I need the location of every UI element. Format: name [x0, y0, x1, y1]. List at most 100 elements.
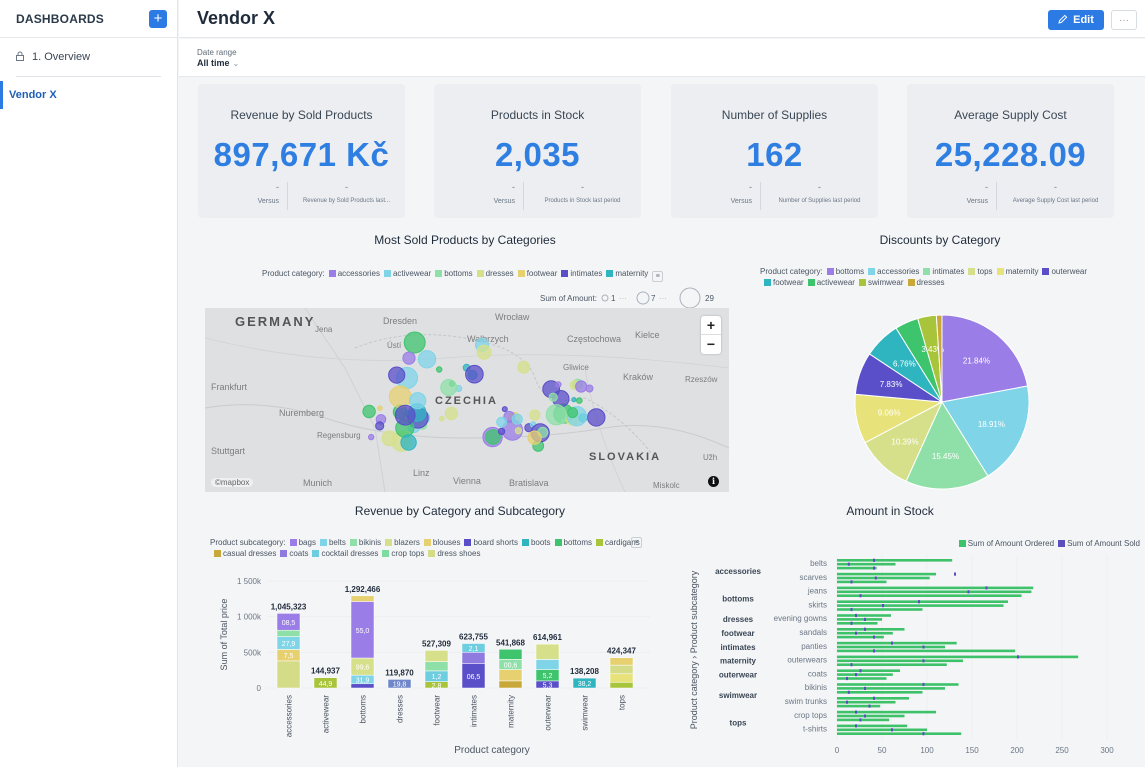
kpi-title: Revenue by Sold Products [230, 108, 373, 122]
map-place-label: SLOVAKIA [589, 451, 661, 463]
map-bubble [555, 381, 562, 388]
legend-item-label: blouses [432, 538, 461, 547]
legend-list-icon[interactable]: ≡ [631, 537, 642, 548]
legend-item-label: crop tops [391, 549, 425, 558]
zoom-in-button[interactable]: + [701, 316, 721, 335]
bar-total-label: 138,208 [570, 667, 599, 676]
legend-swatch [1058, 540, 1066, 547]
kpi-versus-value: - [985, 182, 988, 192]
map-bubble [529, 409, 541, 421]
bar-segment-label: 2,1 [469, 646, 479, 653]
bar-segment [350, 595, 375, 602]
map-place-label: Frankfurt [211, 382, 248, 392]
legend-item-label: board shorts [473, 538, 518, 547]
legend-swatch [383, 270, 391, 277]
legend-swatch [521, 539, 529, 546]
y-axis-label: Product category › Product subcategory [689, 570, 699, 729]
map-bubble [587, 408, 606, 427]
stock-sold-mark [922, 645, 925, 649]
zoom-out-button[interactable]: − [701, 335, 721, 354]
add-dashboard-button[interactable]: + [149, 9, 167, 28]
stock-ordered-bar [837, 614, 891, 617]
kpi-number-of-supplies[interactable]: Number of Supplies 162 - Versus - Number o… [671, 84, 878, 218]
legend-item-label: coats [289, 549, 309, 558]
map-bubble [548, 392, 558, 402]
filter-bar: Date range All time ⌄ [179, 39, 1145, 77]
map-bubble [375, 421, 385, 431]
map-bubble [403, 331, 426, 354]
x-tick-label: maternity [507, 695, 516, 728]
legend-swatch [923, 268, 931, 275]
stock-ordered-bar [837, 586, 1034, 590]
pie-chart[interactable]: 21.84%18.91%15.45%10.39%9.06%7.83%6.76%3… [842, 302, 1042, 502]
group-label: tops [730, 719, 747, 728]
sidebar-item-overview[interactable]: 1. Overview [0, 38, 177, 76]
stock-sold-mark [873, 649, 875, 653]
stock-ordered-bar [837, 572, 936, 576]
kpi-compare: - Versus - Average Supply Cost last period [907, 182, 1114, 210]
revenue-bar-chart[interactable]: 0 500k 1 000k 1 500k Sum of Total price Produ… [205, 575, 675, 760]
stock-ordered-bar [837, 604, 1004, 607]
edit-button[interactable]: Edit [1048, 10, 1104, 30]
legend-list-icon[interactable]: ≡ [652, 271, 664, 282]
bar-segment-label: 27,9 [282, 641, 296, 648]
map-bubble [511, 413, 523, 425]
legend-swatch [764, 279, 771, 286]
stock-sold-mark [874, 576, 877, 580]
row-label: jeans [807, 587, 827, 596]
kpi-value: 162 [746, 136, 803, 173]
stock-sold-mark [859, 718, 862, 722]
bar-segment [609, 657, 634, 666]
stock-sold-mark [855, 673, 857, 677]
kpi-last-label: Number of Supplies last period [778, 198, 861, 204]
stock-sold-mark [891, 641, 893, 645]
date-range-filter[interactable]: Date range All time ⌄ [197, 48, 239, 68]
group-label: outerwear [719, 670, 757, 679]
map-place-label: Dresden [383, 316, 417, 326]
kpi-last-value: - [818, 182, 821, 192]
stock-ordered-bar [837, 594, 1022, 597]
more-options-button[interactable]: ··· [1111, 10, 1137, 30]
stock-ordered-bar [837, 600, 1008, 603]
legend-item-label: accessories [877, 267, 920, 276]
map-place-label: Bratislava [509, 478, 549, 488]
bar-total-label: 1,292,466 [345, 585, 381, 594]
legend-swatch [554, 539, 562, 546]
kpi-versus-value: - [276, 182, 279, 192]
bar-segment [498, 680, 523, 689]
pie-slice-label: 10.39% [891, 437, 918, 446]
kpi-versus-label: Versus [966, 198, 988, 205]
stock-sold-mark [864, 627, 866, 631]
lock-icon [16, 51, 24, 64]
map-bubble [465, 364, 484, 384]
legend-swatch [606, 270, 614, 277]
bar-segment [276, 629, 301, 637]
stock-ordered-bar [837, 645, 945, 649]
row-label: scarves [799, 573, 827, 582]
kpi-products-in-stock[interactable]: Products in Stock 2,035 - Versus - Product… [434, 84, 641, 218]
stock-sold-mark [859, 594, 862, 598]
legend-swatch [907, 279, 915, 286]
stock-bar-chart[interactable]: 0 50 100 150 200 250 300 Product category › Pro… [688, 555, 1133, 765]
legend-item-label: intimates [932, 267, 965, 276]
legend-item-label: accessories [337, 269, 380, 278]
stock-sold-mark [855, 724, 857, 728]
map-bubble [527, 430, 542, 445]
sidebar-item-vendor-x[interactable]: Vendor X [0, 81, 177, 109]
stock-ordered-bar [837, 628, 905, 631]
stock-sold-mark [985, 586, 988, 590]
stock-ordered-bar [837, 663, 947, 666]
kpi-versus-label: Versus [730, 198, 752, 205]
pie-legend: Product category: bottoms accessories intim… [760, 266, 1100, 288]
legend-swatch [435, 270, 443, 277]
revenue-chart-title: Revenue by Category and Subcategory [354, 504, 566, 518]
stock-sold-mark [954, 572, 956, 576]
map-bubble [517, 360, 531, 374]
map-canvas[interactable]: GERMANY Jena Dresden Wrocław Wałbrzych Często… [205, 308, 729, 492]
page-title: Vendor X [197, 8, 276, 28]
kpi-average-supply-cost[interactable]: Average Supply Cost 25,228.09 - Versus - A… [907, 84, 1114, 218]
bar-total-label: 424,347 [607, 647, 636, 656]
kpi-versus-value: - [512, 182, 515, 192]
info-icon[interactable]: i [708, 476, 719, 487]
kpi-revenue[interactable]: Revenue by Sold Products 897,671 Kč - Ver… [198, 84, 405, 218]
